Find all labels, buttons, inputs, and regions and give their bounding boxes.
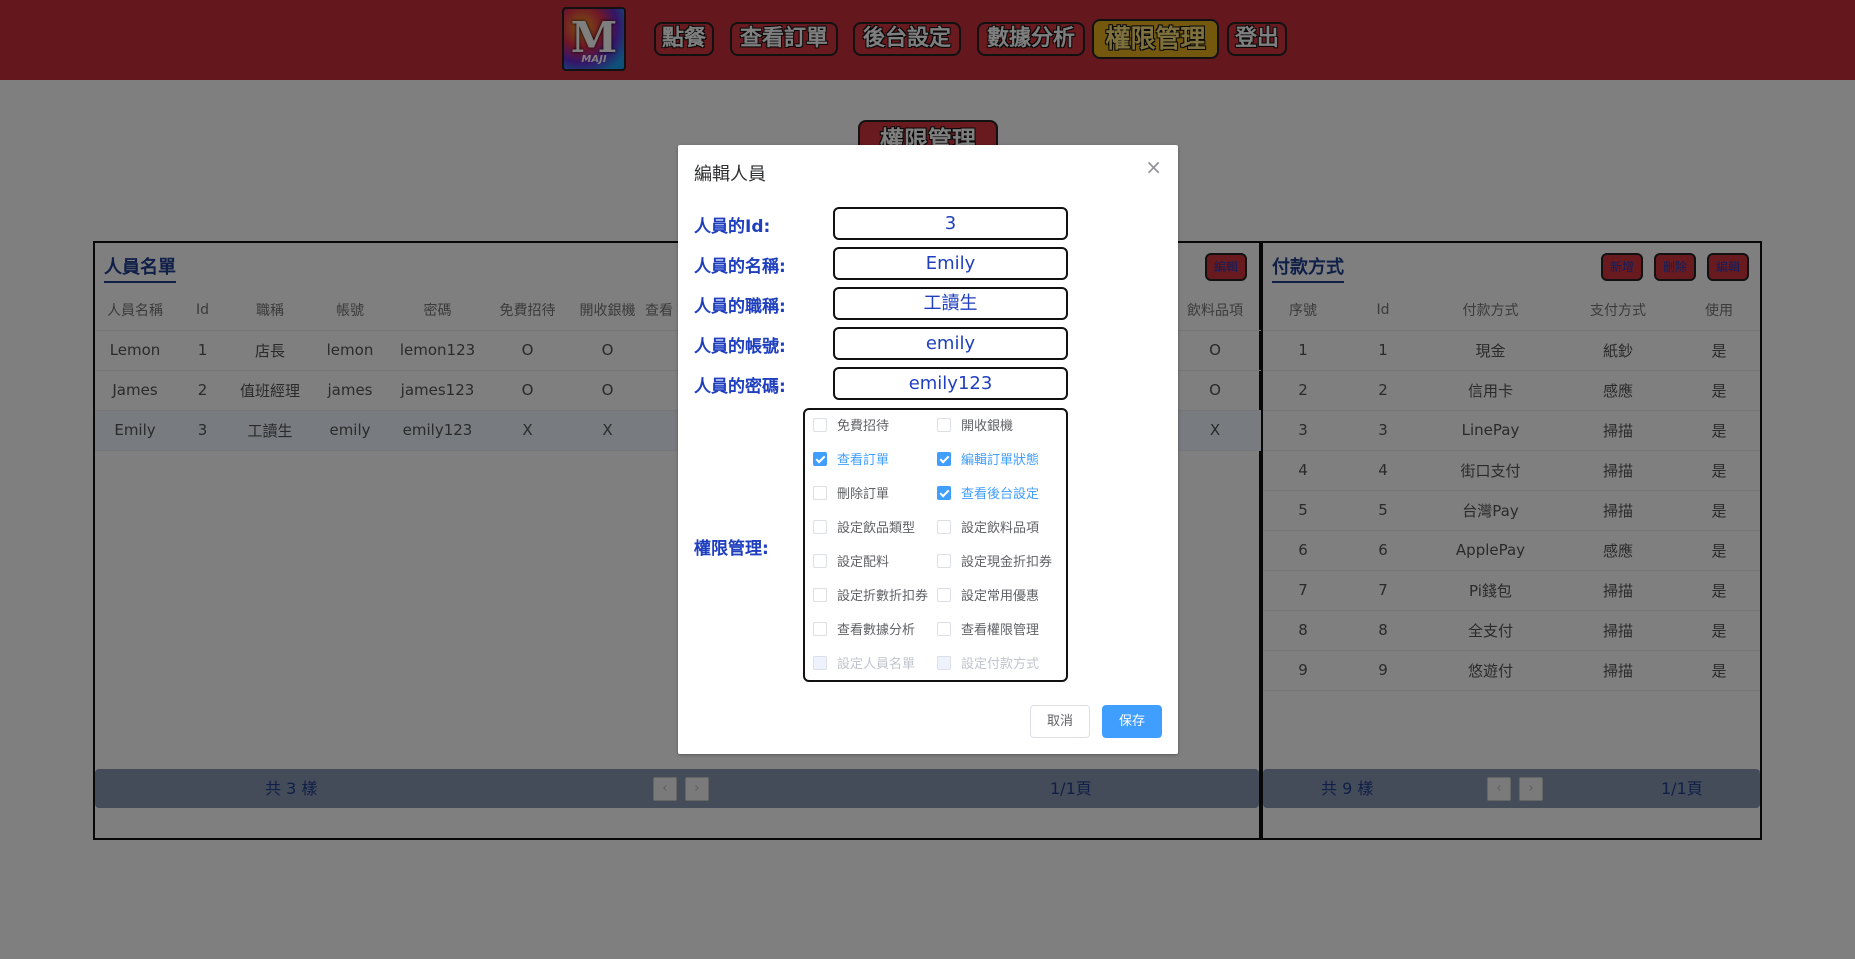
permission-checkbox[interactable]: 免費招待: [813, 418, 889, 435]
permission-label: 免費招待: [837, 419, 890, 434]
permission-checkbox: 設定人員名單: [813, 656, 915, 673]
permission-label: 設定現金折扣券: [961, 555, 1053, 570]
checkbox-icon[interactable]: [937, 554, 951, 568]
checkbox-checked-icon[interactable]: [937, 452, 951, 466]
field-label-password: 人員的密碼:: [694, 377, 786, 397]
permission-checkbox[interactable]: 設定常用優惠: [937, 588, 1039, 605]
close-icon[interactable]: ×: [1145, 155, 1162, 179]
account-field[interactable]: emily: [833, 327, 1068, 360]
permission-label: 設定飲品類型: [837, 521, 916, 536]
name-field[interactable]: Emily: [833, 247, 1068, 280]
checkbox-icon[interactable]: [813, 418, 827, 432]
checkbox-checked-icon[interactable]: [813, 452, 827, 466]
permission-checkbox[interactable]: 刪除訂單: [813, 486, 889, 503]
checkbox-icon[interactable]: [813, 588, 827, 602]
permission-label: 設定配料: [837, 555, 890, 570]
permission-label: 查看後台設定: [961, 487, 1040, 502]
checkbox-icon[interactable]: [813, 486, 827, 500]
permission-checkbox[interactable]: 查看訂單: [813, 452, 889, 469]
permissions-checkbox-group: 免費招待 開收銀機查看訂單 編輯訂單狀態刪除訂單 查看後台設定設定飲品類型 設定飲料品項…: [803, 408, 1068, 682]
checkbox-icon[interactable]: [937, 588, 951, 602]
permission-label: 設定常用優惠: [961, 589, 1040, 604]
permission-label: 刪除訂單: [837, 487, 890, 502]
checkbox-icon[interactable]: [937, 622, 951, 636]
field-label-name: 人員的名稱:: [694, 257, 786, 277]
permission-checkbox: 設定付款方式: [937, 656, 1039, 673]
job-title-field[interactable]: 工讀生: [833, 287, 1068, 320]
checkbox-icon[interactable]: [937, 520, 951, 534]
permission-label: 設定折數折扣券: [837, 589, 929, 604]
permission-checkbox[interactable]: 查看後台設定: [937, 486, 1039, 503]
permission-checkbox[interactable]: 設定現金折扣券: [937, 554, 1052, 571]
permission-checkbox[interactable]: 設定配料: [813, 554, 889, 571]
field-label-title: 人員的職稱:: [694, 297, 786, 317]
checkbox-icon[interactable]: [937, 418, 951, 432]
permission-label: 查看訂單: [837, 453, 890, 468]
edit-staff-dialog: 編輯人員 × 人員的Id: 3 人員的名稱: Emily 人員的職稱: 工讀生 …: [678, 145, 1178, 754]
permission-checkbox[interactable]: 查看權限管理: [937, 622, 1039, 639]
checkbox-icon[interactable]: [813, 622, 827, 636]
permission-label: 設定飲料品項: [961, 521, 1040, 536]
permission-label: 設定人員名單: [837, 657, 916, 672]
permission-checkbox[interactable]: 設定飲品類型: [813, 520, 915, 537]
permission-checkbox[interactable]: 設定飲料品項: [937, 520, 1039, 537]
permission-label: 編輯訂單狀態: [961, 453, 1040, 468]
save-button[interactable]: 保存: [1102, 705, 1162, 738]
field-label-permissions: 權限管理:: [694, 539, 769, 559]
permission-checkbox[interactable]: 設定折數折扣券: [813, 588, 928, 605]
checkbox-checked-icon[interactable]: [937, 486, 951, 500]
permission-label: 設定付款方式: [961, 657, 1040, 672]
password-field[interactable]: emily123: [833, 367, 1068, 400]
permission-checkbox[interactable]: 查看數據分析: [813, 622, 915, 639]
permission-label: 開收銀機: [961, 419, 1014, 434]
checkbox-icon: [937, 656, 951, 670]
checkbox-icon[interactable]: [813, 520, 827, 534]
id-field[interactable]: 3: [833, 207, 1068, 240]
dialog-title: 編輯人員: [694, 164, 766, 185]
cancel-button[interactable]: 取消: [1030, 705, 1090, 738]
checkbox-icon: [813, 656, 827, 670]
permission-checkbox[interactable]: 編輯訂單狀態: [937, 452, 1039, 469]
field-label-account: 人員的帳號:: [694, 337, 786, 357]
field-label-id: 人員的Id:: [694, 217, 771, 237]
checkbox-icon[interactable]: [813, 554, 827, 568]
permission-label: 查看數據分析: [837, 623, 916, 638]
permission-checkbox[interactable]: 開收銀機: [937, 418, 1013, 435]
permission-label: 查看權限管理: [961, 623, 1040, 638]
